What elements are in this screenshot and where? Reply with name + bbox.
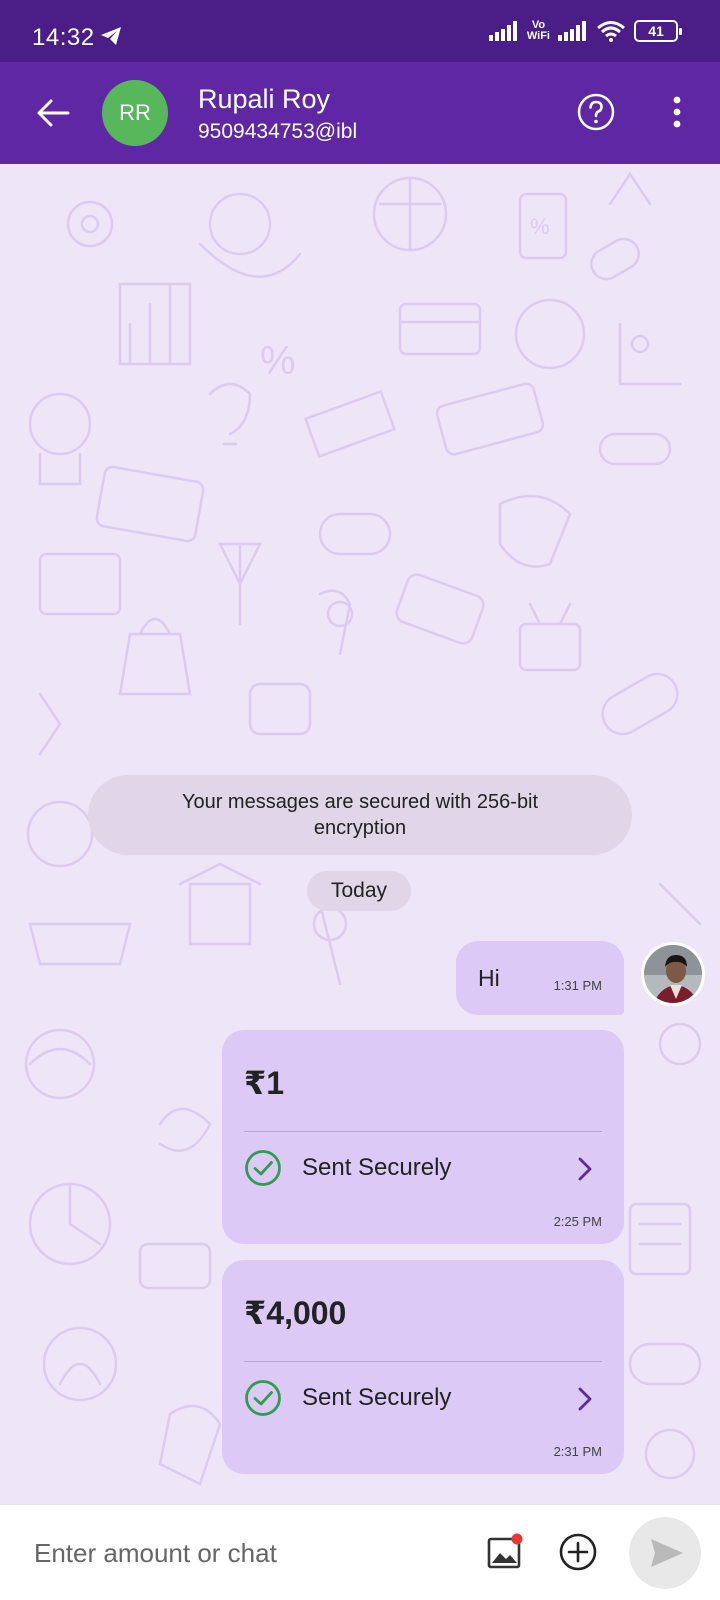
- chevron-right-icon[interactable]: [576, 1156, 594, 1182]
- payment-card[interactable]: ₹1 Sent Securely 2:25 PM: [222, 1030, 624, 1244]
- more-vert-icon[interactable]: [662, 92, 692, 132]
- send-icon: [651, 1539, 683, 1567]
- help-icon[interactable]: [576, 92, 616, 132]
- date-separator: Today: [307, 871, 411, 911]
- payment-time: 2:31 PM: [553, 1444, 602, 1459]
- contact-avatar[interactable]: RR: [102, 80, 168, 146]
- payment-status: Sent Securely: [302, 1154, 452, 1181]
- send-button[interactable]: [629, 1517, 701, 1589]
- chat-input[interactable]: [34, 1533, 454, 1573]
- check-circle-icon: [245, 1150, 281, 1186]
- wifi-icon: [597, 21, 625, 42]
- status-time: 14:32: [32, 24, 95, 51]
- message-text: Hi: [478, 965, 500, 991]
- status-indicators: Vo WiFi 41: [488, 19, 682, 42]
- contact-upi-id: 9509434753@ibl: [198, 120, 358, 143]
- signal-icon: [558, 21, 586, 41]
- payment-amount: ₹1: [244, 1065, 285, 1101]
- check-circle-icon: [245, 1380, 281, 1416]
- divider: [244, 1131, 602, 1132]
- telegram-icon: [101, 27, 121, 45]
- gallery-icon[interactable]: [486, 1533, 524, 1571]
- encryption-notice: Your messages are secured with 256-bit e…: [88, 775, 632, 855]
- chevron-right-icon[interactable]: [576, 1386, 594, 1412]
- sender-avatar: [641, 942, 705, 1006]
- payment-amount: ₹4,000: [244, 1295, 347, 1331]
- chat-header: RR Rupali Roy 9509434753@ibl: [0, 62, 720, 164]
- divider: [244, 1361, 602, 1362]
- vowifi-icon: Vo WiFi: [526, 19, 550, 42]
- signal-icon: [488, 21, 517, 41]
- plus-circle-icon[interactable]: [558, 1532, 598, 1572]
- status-bar: 14:32 Vo WiFi 41: [0, 0, 720, 62]
- contact-name[interactable]: Rupali Roy: [198, 84, 330, 115]
- payment-status: Sent Securely: [302, 1384, 452, 1411]
- svg-text:%: %: [260, 339, 296, 383]
- back-arrow-icon[interactable]: [34, 94, 72, 132]
- payment-card[interactable]: ₹4,000 Sent Securely 2:31 PM: [222, 1260, 624, 1474]
- payment-time: 2:25 PM: [553, 1214, 602, 1229]
- composer-bar: [0, 1504, 720, 1600]
- svg-text:%: %: [530, 214, 550, 239]
- message-time: 1:31 PM: [553, 978, 602, 993]
- battery-icon: 41: [634, 20, 682, 42]
- outgoing-text-message[interactable]: Hi 1:31 PM: [456, 941, 624, 1015]
